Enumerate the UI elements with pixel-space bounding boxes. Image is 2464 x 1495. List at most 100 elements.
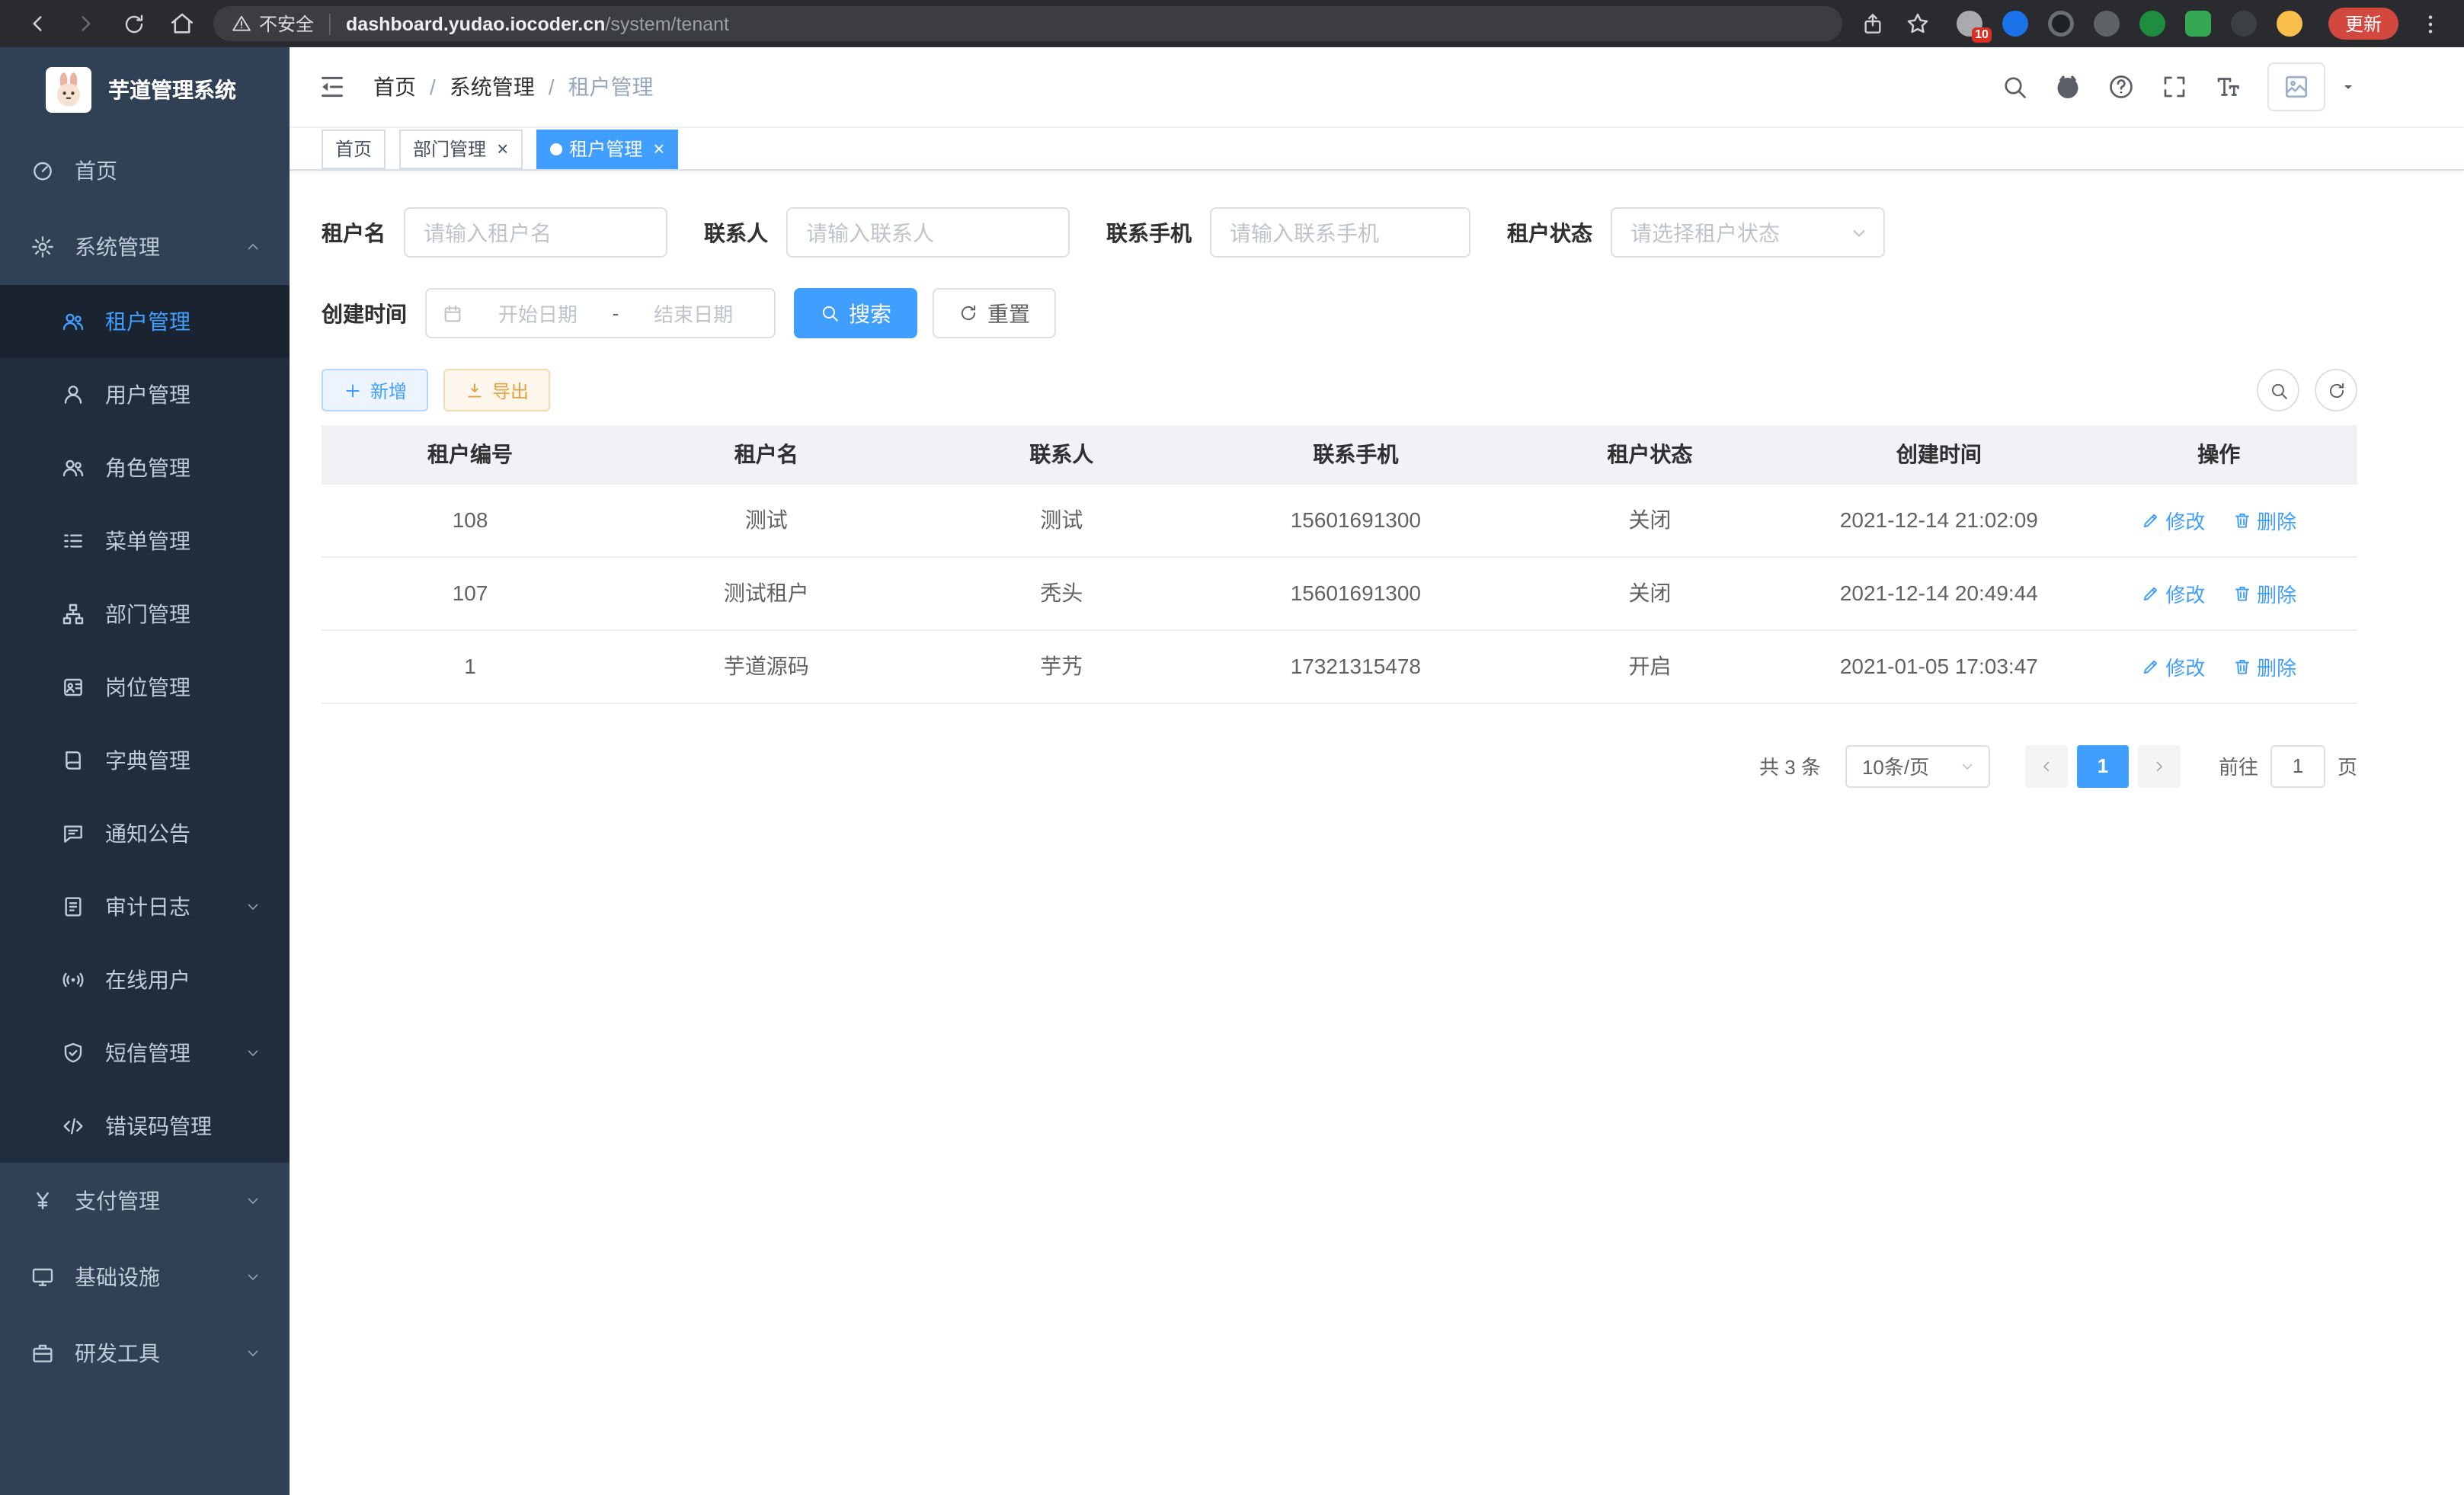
edit-link[interactable]: 修改	[2141, 651, 2205, 680]
breadcrumb-system[interactable]: 系统管理	[450, 72, 535, 102]
sidebar-item-home[interactable]: 首页	[0, 133, 290, 209]
sidebar-item-dept[interactable]: 部门管理	[0, 578, 290, 651]
sidebar-item-pay[interactable]: 支付管理	[0, 1163, 290, 1239]
create-time-range-picker[interactable]: 开始日期 - 结束日期	[425, 288, 776, 338]
user-icon	[61, 383, 85, 407]
sidebar-item-dict[interactable]: 字典管理	[0, 724, 290, 797]
sidebar-toggle-icon[interactable]	[317, 72, 347, 102]
delete-link[interactable]: 删除	[2232, 578, 2296, 607]
delete-link[interactable]: 删除	[2232, 505, 2296, 534]
goto-page-input[interactable]	[2270, 744, 2325, 787]
trash-icon	[2232, 510, 2252, 530]
col-actions: 操作	[2081, 425, 2357, 483]
sidebar-item-infra[interactable]: 基础设施	[0, 1239, 290, 1315]
address-bar[interactable]: 不安全 dashboard.yudao.iocoder.cn/system/te…	[213, 6, 1842, 41]
help-icon[interactable]	[2107, 73, 2135, 101]
page-size-select[interactable]: 10条/页	[1845, 744, 1990, 787]
browser-reload-icon[interactable]	[122, 11, 146, 36]
sidebar-item-error-code[interactable]: 错误码管理	[0, 1090, 290, 1163]
sidebar-item-label: 通知公告	[105, 818, 190, 849]
fullscreen-icon[interactable]	[2161, 73, 2188, 101]
sidebar-item-notice[interactable]: 通知公告	[0, 797, 290, 870]
prev-page-button[interactable]	[2025, 744, 2068, 787]
tab-label: 首页	[335, 136, 372, 162]
app-logo[interactable]: 芋道管理系统	[0, 47, 290, 133]
export-button[interactable]: 导出	[443, 369, 550, 411]
cell-phone: 15601691300	[1209, 483, 1502, 556]
extension-icon-2[interactable]	[2002, 11, 2028, 37]
tab-dept[interactable]: 部门管理×	[399, 129, 522, 168]
caret-down-icon[interactable]	[2339, 78, 2357, 96]
breadcrumb-separator: /	[430, 75, 436, 99]
security-warning-icon[interactable]	[232, 14, 251, 34]
close-icon[interactable]: ×	[497, 139, 508, 158]
tenant-page: 租户名 联系人 联系手机 租户状态 请选择租户状态 创建时间	[290, 171, 2464, 1495]
search-button-label: 搜索	[849, 298, 891, 328]
breadcrumb-home[interactable]: 首页	[373, 72, 416, 102]
add-button[interactable]: 新增	[322, 369, 428, 411]
extension-icon-1[interactable]: 10	[1957, 11, 1982, 37]
security-label[interactable]: 不安全	[259, 11, 314, 37]
edit-link[interactable]: 修改	[2141, 578, 2205, 607]
font-size-icon[interactable]	[2214, 73, 2242, 101]
col-phone: 联系手机	[1209, 425, 1502, 483]
refresh-table-button[interactable]	[2315, 369, 2357, 411]
next-page-button[interactable]	[2138, 744, 2181, 787]
sidebar-item-user[interactable]: 用户管理	[0, 358, 290, 431]
gear-icon	[30, 235, 55, 259]
bookmark-star-icon[interactable]	[1905, 11, 1931, 37]
search-icon[interactable]	[2001, 73, 2028, 101]
browser-back-icon[interactable]	[24, 11, 50, 37]
sidebar-item-role[interactable]: 角色管理	[0, 431, 290, 504]
tenant-users-icon	[61, 309, 85, 334]
page-number-button[interactable]: 1	[2077, 744, 2129, 787]
extension-icon-3[interactable]	[2048, 11, 2074, 37]
chevron-down-icon	[244, 1344, 262, 1362]
browser-home-icon[interactable]	[169, 11, 195, 37]
col-status: 租户状态	[1502, 425, 1797, 483]
edit-link[interactable]: 修改	[2141, 505, 2205, 534]
chevron-down-icon	[244, 1268, 262, 1286]
cell-created: 2021-12-14 21:02:09	[1797, 483, 2080, 556]
contact-input[interactable]	[786, 207, 1070, 258]
reset-button[interactable]: 重置	[933, 288, 1056, 338]
total-count: 共 3 条	[1759, 751, 1821, 780]
tenant-name-input[interactable]	[404, 207, 667, 258]
extension-puzzle-icon[interactable]	[2231, 11, 2257, 37]
github-icon[interactable]	[2054, 73, 2082, 101]
sidebar-item-post[interactable]: 岗位管理	[0, 651, 290, 724]
extension-icon-5[interactable]	[2139, 11, 2165, 37]
search-button[interactable]: 搜索	[794, 288, 917, 338]
browser-menu-icon[interactable]	[2418, 11, 2443, 36]
search-icon	[820, 303, 840, 323]
sidebar-item-audit-log[interactable]: 审计日志	[0, 870, 290, 943]
show-search-button[interactable]	[2257, 369, 2299, 411]
chrome-update-button[interactable]: 更新	[2328, 8, 2398, 40]
delete-link[interactable]: 删除	[2232, 651, 2296, 680]
status-select[interactable]: 请选择租户状态	[1611, 207, 1885, 258]
tab-tenant[interactable]: 租户管理×	[536, 129, 678, 168]
extension-icon-6[interactable]	[2185, 11, 2211, 37]
tab-home[interactable]: 首页	[322, 129, 386, 168]
sidebar-item-online-user[interactable]: 在线用户	[0, 943, 290, 1016]
profile-avatar[interactable]	[2277, 11, 2302, 37]
col-tenant-id: 租户编号	[322, 425, 619, 483]
user-avatar[interactable]	[2267, 62, 2325, 111]
sidebar-item-menu[interactable]: 菜单管理	[0, 504, 290, 578]
sidebar-item-system[interactable]: 系统管理	[0, 209, 290, 285]
phone-input[interactable]	[1210, 207, 1470, 258]
yen-icon	[30, 1189, 55, 1213]
share-icon[interactable]	[1861, 11, 1885, 36]
download-icon	[465, 380, 485, 400]
trash-icon	[2232, 583, 2252, 603]
close-icon[interactable]: ×	[653, 139, 664, 158]
url-text[interactable]: dashboard.yudao.iocoder.cn/system/tenant	[346, 13, 729, 34]
sidebar-item-sms[interactable]: 短信管理	[0, 1016, 290, 1090]
export-button-label: 导出	[492, 377, 529, 403]
sidebar-item-tenant[interactable]: 租户管理	[0, 285, 290, 358]
browser-forward-icon[interactable]	[73, 11, 99, 37]
sidebar-item-devtools[interactable]: 研发工具	[0, 1315, 290, 1391]
trash-icon	[2232, 656, 2252, 676]
chevron-down-icon	[244, 898, 262, 916]
extension-icon-4[interactable]	[2094, 11, 2120, 37]
